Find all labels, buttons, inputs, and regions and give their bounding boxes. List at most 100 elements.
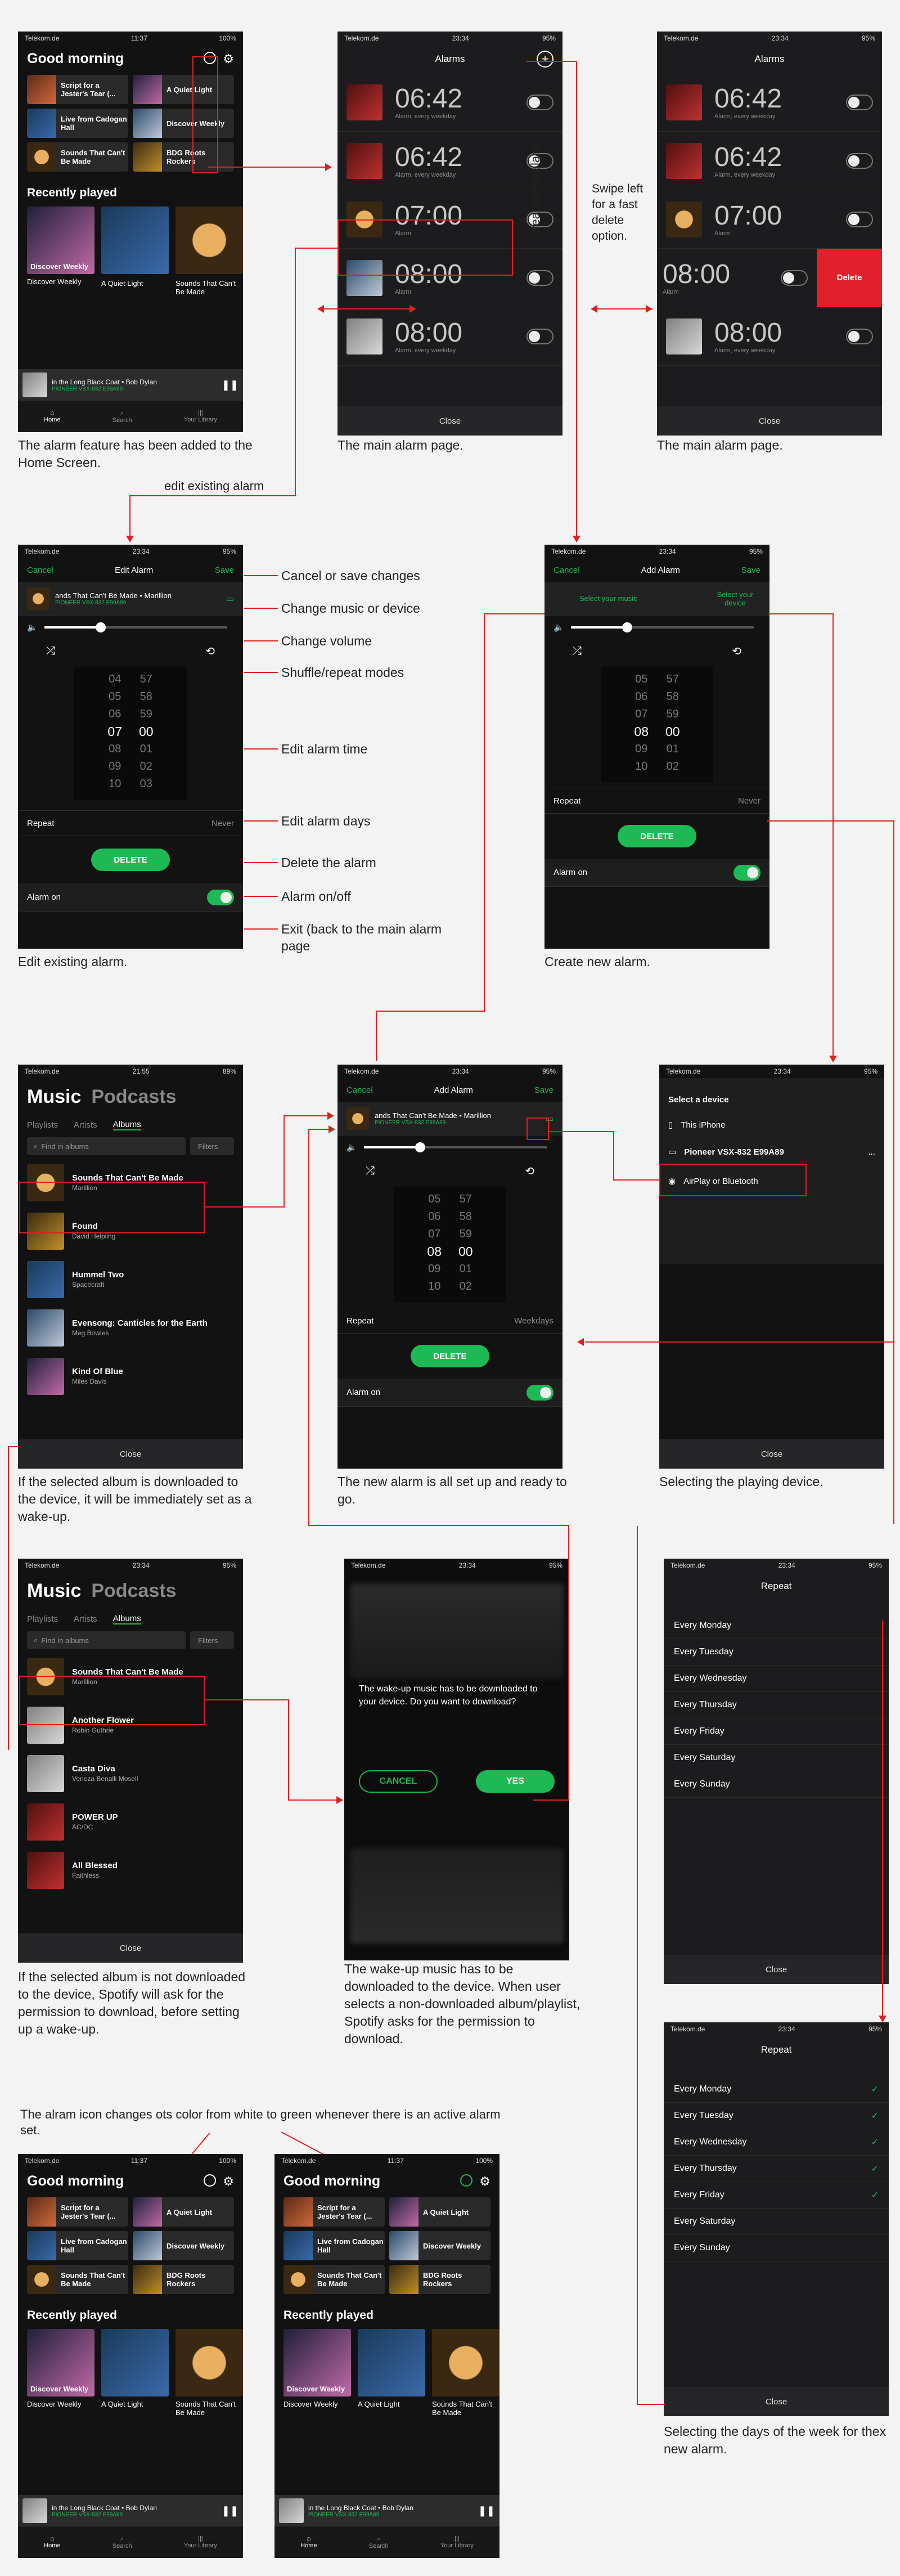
picker-value[interactable]: 57 [667,671,679,688]
device-item[interactable]: ▯ This iPhone [659,1112,884,1137]
save-button[interactable]: Save [215,566,234,575]
picker-value[interactable]: 57 [460,1191,472,1208]
home-tile[interactable]: Sounds That Can't Be Made [27,142,128,172]
album-item[interactable]: POWER UP AC/DC [18,1798,243,1846]
device-item[interactable]: ▭ Pioneer VSX-832 E99A89... [659,1137,884,1166]
tab-library[interactable]: ||| Your Library [184,2535,217,2549]
search-input[interactable]: ⌕ Find in albums [27,1137,186,1155]
gear-icon[interactable]: ⚙ [223,2174,234,2189]
repeat-row[interactable]: Repeat Never [544,788,770,814]
save-button[interactable]: Save [534,1085,554,1095]
alarm-row[interactable]: 08:00 Alarm Delete [657,248,882,307]
picker-value[interactable]: 07 [635,706,647,723]
alarm-icon[interactable] [204,2174,217,2187]
repeat-day[interactable]: Every Tuesday ✓ [664,2103,889,2129]
picker-value[interactable]: 02 [667,758,679,775]
tab-search[interactable]: ⌕ Search [112,2535,132,2550]
alarm-row[interactable]: 06:42 Alarm, every weekday [657,132,882,190]
recent-item[interactable]: Sounds That Can't Be Made [176,207,243,296]
alarm-toggle[interactable] [207,889,234,905]
delete-button[interactable]: Delete [817,248,882,307]
picker-value[interactable]: 59 [140,706,152,723]
time-picker[interactable]: 04 05 06 07 08 09 10 57 58 59 00 01 02 03 [74,667,187,800]
picker-value[interactable]: 00 [139,723,154,741]
alarm-icon[interactable] [460,2174,473,2187]
home-tile[interactable]: Sounds That Can't Be Made [27,2265,128,2294]
repeat-icon[interactable]: ⟲ [732,644,741,658]
picker-value[interactable]: 03 [140,775,152,793]
add-alarm-icon[interactable]: + [537,51,554,68]
search-input[interactable]: ⌕ Find in albums [27,1631,186,1649]
alarm-row[interactable]: 08:00 Alarm, every weekday [657,307,882,366]
alarm-toggle[interactable] [846,152,873,169]
picker-value[interactable]: 00 [665,723,680,741]
picker-value[interactable]: 06 [635,688,647,706]
save-button[interactable]: Save [741,566,760,575]
picker-value[interactable]: 10 [635,758,647,775]
picker-value[interactable]: 09 [635,741,647,758]
home-tile[interactable]: BDG Roots Rockers [133,2265,234,2294]
home-tile[interactable]: Discover Weekly [133,109,234,138]
picker-value[interactable]: 07 [107,723,122,741]
picker-value[interactable]: 09 [428,1260,440,1278]
repeat-icon[interactable]: ⟲ [205,644,215,658]
pause-icon[interactable]: ❚❚ [222,2505,238,2517]
home-tile[interactable]: Live from Cadogan Hall [27,2231,128,2260]
alarm-toggle[interactable] [846,211,873,227]
volume-slider[interactable]: 🔈 [18,616,243,639]
picker-value[interactable]: 10 [109,775,121,793]
repeat-day[interactable]: Every Sunday [664,1771,889,1798]
album-item[interactable]: All Blessed Faithless [18,1846,243,1895]
close-button[interactable]: Close [664,1955,889,1984]
select-music[interactable]: Select your music [554,594,637,603]
recent-item[interactable]: Sounds That Can't Be Made [176,2329,243,2417]
cancel-button[interactable]: Cancel [346,1085,373,1095]
gear-icon[interactable]: ⚙ [479,2174,490,2189]
recent-item[interactable]: Discover Weekly Discover Weekly [27,207,94,296]
repeat-day[interactable]: Every Monday ✓ [664,2076,889,2103]
picker-value[interactable]: 58 [140,688,152,706]
album-item[interactable]: Evensong: Canticles for the Earth Meg Bow… [18,1304,243,1352]
close-button[interactable]: Close [664,2387,889,2416]
tab-artists[interactable]: Artists [74,1120,97,1130]
recent-item[interactable]: Discover Weekly Discover Weekly [27,2329,94,2417]
repeat-day[interactable]: Every Tuesday [664,1639,889,1666]
picker-value[interactable]: 07 [428,1226,440,1243]
repeat-day[interactable]: Every Thursday [664,1692,889,1718]
tab-home[interactable]: ⌂ Home [44,410,60,423]
home-tile[interactable]: BDG Roots Rockers [389,2265,490,2294]
home-tile[interactable]: Live from Cadogan Hall [284,2231,385,2260]
home-tile[interactable]: Discover Weekly [389,2231,490,2260]
picker-value[interactable]: 08 [109,741,121,758]
picker-value[interactable]: 00 [458,1243,473,1260]
home-tile[interactable]: Script for a Jester's Tear (... [284,2197,385,2227]
picker-value[interactable]: 01 [140,741,152,758]
repeat-day[interactable]: Every Monday [664,1613,889,1639]
picker-value[interactable]: 01 [667,741,679,758]
picker-value[interactable]: 58 [460,1208,472,1226]
tab-library[interactable]: ||| Your Library [184,410,217,423]
alarm-toggle[interactable] [846,94,873,110]
tab-home[interactable]: ⌂ Home [44,2535,60,2549]
home-tile[interactable]: Sounds That Can't Be Made [284,2265,385,2294]
tab-music[interactable]: Music [27,1580,81,1602]
filters-button[interactable]: Filters [190,1137,234,1155]
alarm-toggle[interactable] [734,864,760,881]
cancel-download-button[interactable]: CANCEL [359,1770,438,1793]
cancel-button[interactable]: Cancel [27,566,53,575]
picker-value[interactable]: 02 [460,1278,472,1295]
album-item[interactable]: Casta Diva Veneza Benalli Mosell [18,1749,243,1798]
close-button[interactable]: Close [657,406,882,436]
alarm-toggle[interactable] [781,270,808,286]
repeat-day[interactable]: Every Thursday ✓ [664,2156,889,2182]
home-tile[interactable]: A Quiet Light [133,75,234,104]
delete-button[interactable]: DELETE [411,1345,489,1367]
picker-value[interactable]: 05 [428,1191,440,1208]
recent-item[interactable]: Discover Weekly Discover Weekly [284,2329,351,2417]
close-button[interactable]: Close [18,1439,243,1469]
close-button[interactable]: Close [659,1439,884,1469]
alarm-row[interactable]: 07:00 Alarm [657,190,882,249]
home-tile[interactable]: Script for a Jester's Tear (... [27,2197,128,2227]
tab-podcasts[interactable]: Podcasts [91,1086,176,1108]
time-picker[interactable]: 05 06 07 08 09 10 57 58 59 00 01 02 [394,1187,506,1302]
